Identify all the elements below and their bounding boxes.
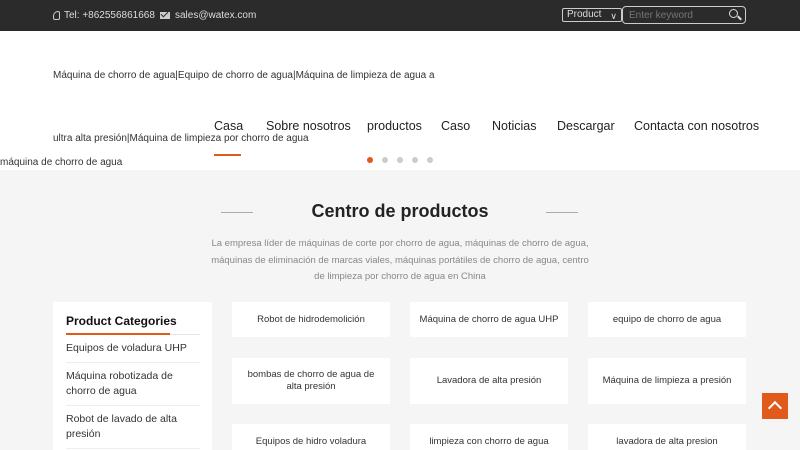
nav-item-productos[interactable]: productos [367, 119, 422, 133]
phone-icon [53, 11, 60, 20]
phone-number: Tel: +862556861668 [64, 10, 155, 21]
nav-item-sobre-nosotros[interactable]: Sobre nosotros [266, 119, 351, 133]
nav-item-descargar[interactable]: Descargar [557, 119, 615, 133]
email-contact[interactable]: sales@watex.com [160, 10, 256, 21]
back-to-top-button[interactable] [762, 393, 788, 419]
search-category-value: Product [567, 9, 602, 20]
header [0, 31, 800, 170]
category-item[interactable]: Máquina robotizada de chorro de agua [66, 363, 200, 406]
product-categories-panel: Product Categories Equipos de voladura U… [53, 302, 212, 450]
product-card[interactable]: lavadora de alta presion [588, 424, 746, 450]
slider-dot[interactable] [397, 157, 403, 163]
site-logo-text-line-3[interactable]: máquina de chorro de agua [0, 157, 122, 168]
chevron-down-icon: ∨ [610, 11, 617, 21]
nav-item-noticias[interactable]: Noticias [492, 119, 536, 133]
slider-dot[interactable] [412, 157, 418, 163]
section-description: La empresa líder de máquinas de corte po… [211, 238, 589, 282]
slider-dot[interactable] [382, 157, 388, 163]
site-logo-text-line-2[interactable]: ultra alta presión|Máquina de limpieza p… [53, 133, 309, 144]
category-item[interactable]: Robot de lavado de alta presión [66, 406, 200, 449]
email-address: sales@watex.com [175, 10, 257, 21]
search-category-select[interactable]: Product ∨ [562, 8, 622, 22]
arrow-up-icon [767, 400, 783, 416]
slider-dots [367, 157, 433, 163]
product-card[interactable]: Máquina de limpieza a presión [588, 358, 746, 404]
search-button[interactable] [728, 8, 742, 22]
slider-dot[interactable] [427, 157, 433, 163]
site-logo-text-line-1[interactable]: Máquina de chorro de agua|Equipo de chor… [53, 70, 435, 81]
product-card[interactable]: limpieza con chorro de agua [410, 424, 568, 450]
nav-item-contacta[interactable]: Contacta con nosotros [634, 119, 759, 133]
nav-item-caso[interactable]: Caso [441, 119, 470, 133]
nav-item-casa[interactable]: Casa [214, 119, 243, 133]
mail-icon [160, 12, 170, 19]
title-divider-right [546, 212, 578, 213]
section-title: Centro de productos [311, 201, 489, 221]
product-card[interactable]: bombas de chorro de agua de alta presión [232, 358, 390, 404]
product-card[interactable]: Equipos de hidro voladura [232, 424, 390, 450]
nav-active-indicator [214, 154, 241, 156]
product-card[interactable]: Máquina de chorro de agua UHP [410, 302, 568, 337]
category-item[interactable]: Equipos de voladura UHP [66, 335, 200, 363]
slider-dot[interactable] [367, 157, 373, 163]
product-card[interactable]: equipo de chorro de agua [588, 302, 746, 337]
product-card[interactable]: Robot de hidrodemolición [232, 302, 390, 337]
phone-contact[interactable]: Tel: +862556861668 [53, 10, 155, 21]
categories-heading: Product Categories [66, 314, 200, 335]
product-card[interactable]: Lavadora de alta presión [410, 358, 568, 404]
top-bar: Tel: +862556861668 sales@watex.com Produ… [0, 0, 800, 31]
